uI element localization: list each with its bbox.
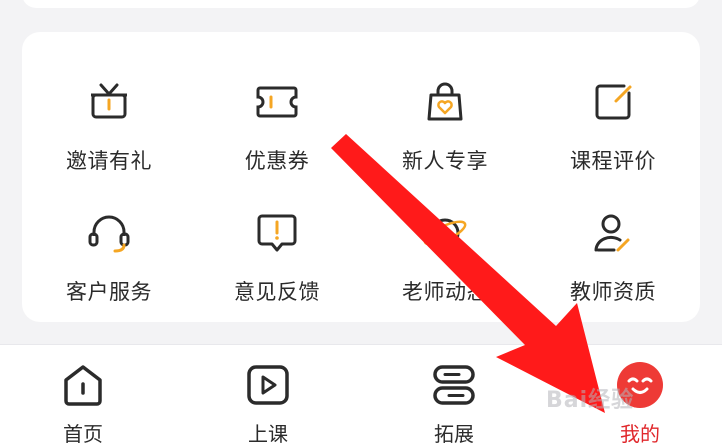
service-teacher-qualification-label: 教师资质 — [570, 280, 656, 304]
coupon-icon — [256, 86, 298, 118]
service-teacher-news-label: 老师动态 — [402, 280, 488, 304]
tab-home[interactable]: 首页 — [23, 345, 143, 447]
service-feedback[interactable]: 意见反馈 — [197, 208, 357, 328]
tab-expand[interactable]: 拓展 — [394, 345, 514, 447]
home-icon — [64, 365, 102, 406]
watermark: Bai经验 — [546, 388, 635, 413]
tab-lessons[interactable]: 上课 — [208, 345, 328, 447]
user-certificate-icon — [594, 214, 630, 252]
services-card: 邀请有礼 优惠券 新人专享 课程评价 客户服务 意见反馈 老师动态 教师资质 — [22, 32, 700, 322]
tab-mine-label: 我的 — [620, 422, 660, 446]
top-card — [22, 0, 700, 8]
service-invite[interactable]: 邀请有礼 — [29, 77, 189, 197]
service-feedback-label: 意见反馈 — [234, 280, 320, 304]
service-newcomer[interactable]: 新人专享 — [365, 77, 525, 197]
tab-lessons-label: 上课 — [248, 422, 288, 446]
shopping-bag-heart-icon — [427, 82, 463, 121]
service-teacher-news[interactable]: 老师动态 — [365, 208, 525, 328]
server-icon — [433, 365, 475, 405]
service-invite-label: 邀请有礼 — [66, 149, 152, 173]
service-coupon-label: 优惠券 — [244, 149, 310, 173]
tab-home-label: 首页 — [63, 422, 103, 446]
service-coupon[interactable]: 优惠券 — [197, 77, 357, 197]
edit-square-icon — [595, 84, 632, 120]
service-customer-service-label: 客户服务 — [66, 280, 152, 304]
planet-icon — [423, 218, 467, 248]
service-customer-service[interactable]: 客户服务 — [29, 208, 189, 328]
service-newcomer-label: 新人专享 — [402, 149, 488, 173]
feedback-icon — [257, 214, 297, 252]
play-icon — [247, 365, 289, 405]
service-teacher-qualification[interactable]: 教师资质 — [533, 208, 693, 328]
gift-icon — [91, 83, 127, 119]
headset-icon — [88, 215, 130, 253]
service-course-review[interactable]: 课程评价 — [533, 77, 693, 197]
tab-expand-label: 拓展 — [434, 422, 474, 446]
service-course-review-label: 课程评价 — [570, 149, 656, 173]
